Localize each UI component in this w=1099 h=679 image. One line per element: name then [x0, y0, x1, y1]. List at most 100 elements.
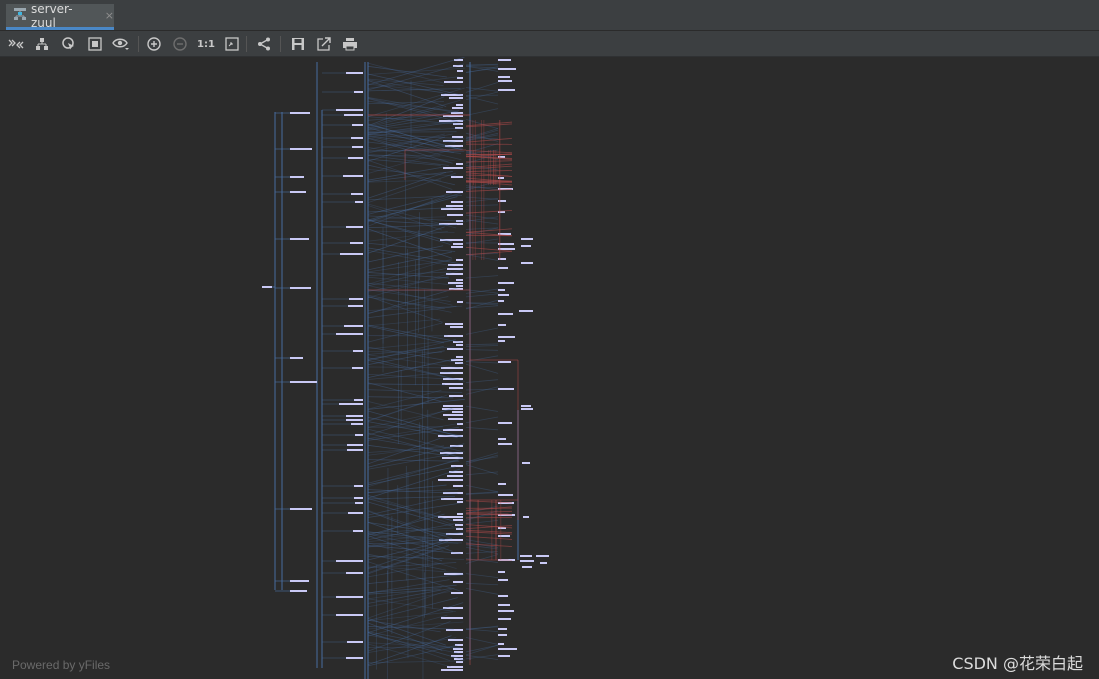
graph-node: [498, 618, 511, 620]
graph-node: [343, 175, 363, 177]
hierarchy-icon: [36, 38, 48, 50]
graph-node: [521, 262, 533, 264]
graph-node: [498, 643, 504, 645]
graph-edge: [465, 355, 499, 362]
graph-edge: [367, 389, 463, 393]
graph-node: [456, 528, 463, 530]
graph-edge: [465, 343, 499, 346]
layout-button[interactable]: [33, 35, 51, 53]
graph-node: [498, 535, 510, 537]
printer-icon: [343, 38, 357, 51]
graph-edge: [367, 398, 465, 410]
graph-edge: [465, 293, 499, 298]
graph-node: [449, 97, 463, 99]
graph-edge: [465, 305, 499, 309]
graph-node: [442, 383, 463, 385]
graph-node: [498, 248, 515, 250]
graph-edge: [367, 171, 447, 199]
graph-edge: [367, 498, 455, 522]
graph-node: [348, 305, 363, 307]
graph-edge: [465, 644, 499, 653]
graph-node: [438, 479, 463, 481]
graph-node: [447, 475, 463, 477]
dependency-graph[interactable]: [0, 57, 1099, 679]
graph-node: [447, 214, 463, 216]
eye-icon: [112, 38, 129, 50]
close-icon[interactable]: ×: [105, 9, 114, 22]
graph-node: [290, 148, 312, 150]
graph-edge: [367, 426, 459, 441]
graph-edge: [465, 204, 499, 207]
graph-edge: [367, 587, 455, 619]
graph-node: [351, 137, 363, 139]
export-icon: [317, 37, 331, 51]
graph-node: [498, 324, 506, 326]
graph-edge: [465, 388, 499, 391]
graph-edge: [465, 484, 499, 493]
graph-node: [520, 555, 532, 557]
graph-edge: [465, 349, 499, 351]
graph-node: [339, 403, 363, 405]
graph-edge: [465, 345, 499, 347]
save-button[interactable]: [289, 35, 307, 53]
graph-node: [498, 294, 509, 296]
graph-node: [451, 201, 463, 203]
powered-by-label: Powered by yFiles: [12, 658, 111, 672]
graph-node: [498, 388, 514, 390]
cursor-target-icon: [62, 37, 74, 50]
graph-node: [346, 72, 363, 74]
fit-window-button[interactable]: [223, 35, 241, 53]
graph-edge: [367, 466, 456, 486]
graph-node: [348, 512, 363, 514]
export-button[interactable]: [315, 35, 333, 53]
expand-collapse-button[interactable]: [7, 35, 25, 53]
view-options-button[interactable]: [112, 35, 130, 53]
graph-node: [355, 201, 363, 203]
graph-edge: [465, 654, 499, 660]
zoom-in-button[interactable]: [145, 35, 163, 53]
graph-edge: [465, 587, 499, 595]
share-button[interactable]: [255, 35, 273, 53]
graph-node: [456, 104, 463, 106]
diagram-canvas[interactable]: [0, 57, 1099, 679]
graph-edge: [465, 275, 499, 279]
graph-node: [498, 595, 508, 597]
graph-node: [451, 592, 463, 594]
graph-edge: [465, 454, 499, 465]
graph-node: [498, 494, 513, 496]
graph-node: [446, 205, 463, 207]
graph-edge: [465, 625, 499, 631]
graph-node: [336, 614, 363, 616]
graph-node: [457, 501, 463, 503]
graph-node: [452, 136, 463, 138]
graph-edge: [465, 416, 499, 424]
graph-node: [523, 516, 529, 518]
tab-server-zuul[interactable]: server-zuul ×: [6, 2, 114, 30]
graph-edge: [465, 327, 499, 335]
graph-edge: [367, 587, 452, 604]
graph-node: [520, 560, 534, 562]
graph-node: [346, 415, 363, 417]
minus-circle-icon: [173, 37, 187, 51]
fit-content-button[interactable]: [86, 35, 104, 53]
graph-node: [498, 76, 510, 78]
graph-node: [498, 336, 515, 338]
actual-size-button[interactable]: 1:1: [196, 35, 216, 53]
print-button[interactable]: [341, 35, 359, 53]
graph-node: [453, 243, 463, 245]
graph-node: [457, 301, 463, 303]
graph-edge: [367, 324, 462, 343]
graph-edge: [465, 427, 499, 431]
graph-node: [498, 68, 516, 70]
graph-edge: [367, 285, 453, 306]
zoom-out-button[interactable]: [171, 35, 189, 53]
graph-node: [456, 163, 463, 165]
graph-node: [498, 59, 511, 61]
graph-edge: [367, 618, 446, 646]
graph-node: [448, 418, 463, 420]
graph-edge: [465, 386, 499, 395]
graph-node: [354, 485, 363, 487]
graph-node: [347, 641, 363, 643]
select-button[interactable]: [60, 35, 78, 53]
graph-node: [354, 399, 363, 401]
